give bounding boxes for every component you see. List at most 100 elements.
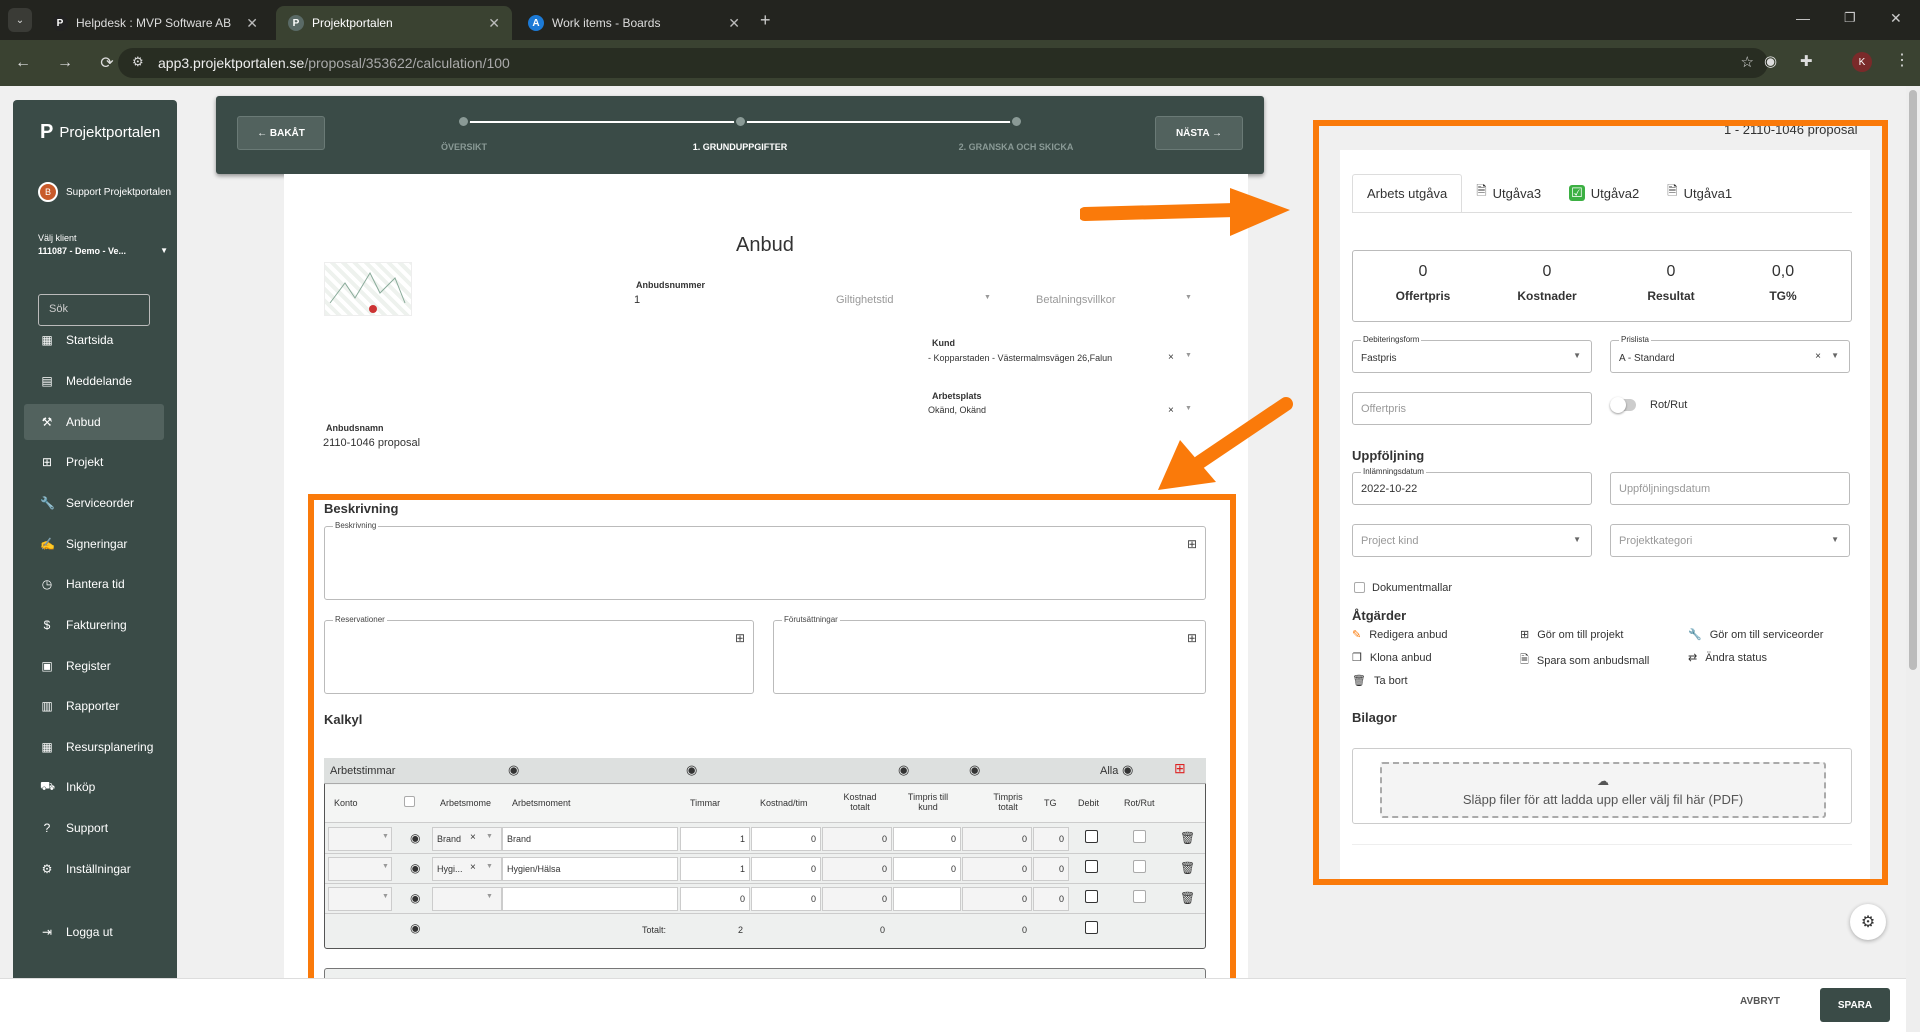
sidebar-item-meddelande[interactable]: ▤ Meddelande	[24, 363, 164, 399]
chevron-down-icon[interactable]: ▼	[1185, 405, 1192, 412]
sidebar-item-hantera-tid[interactable]: ◷ Hantera tid	[24, 566, 164, 602]
betalningsvillkor-select[interactable]: Betalningsvillkor	[1036, 294, 1186, 306]
highlight-frame-right	[1313, 120, 1888, 885]
sidebar-item-inköp[interactable]: ⛟ Inköp	[24, 769, 164, 805]
sidebar-item-label: Logga ut	[66, 925, 113, 939]
sidebar-item-resursplanering[interactable]: ▦ Resursplanering	[24, 729, 164, 765]
sidebar-item-label: Hantera tid	[66, 577, 125, 591]
next-button[interactable]: NÄSTA →	[1155, 116, 1243, 150]
sidebar-item-label: Meddelande	[66, 374, 133, 388]
browser-menu-icon[interactable]: ⋮	[1894, 50, 1910, 70]
anbudsnamn-value[interactable]: 2110-1046 proposal	[323, 437, 420, 449]
tab-label: Projektportalen	[312, 16, 393, 30]
wizard-step-basic[interactable]: 1. GRUNDUPPGIFTER	[640, 142, 840, 152]
sidebar-item-startsida[interactable]: ▦ Startsida	[24, 322, 164, 358]
save-button[interactable]: SPARA	[1820, 988, 1890, 1022]
close-icon[interactable]: ✕	[246, 15, 258, 32]
close-icon[interactable]: ✕	[728, 15, 740, 32]
cancel-button[interactable]: AVBRYT	[1740, 996, 1780, 1007]
wizard-step-dot[interactable]	[1010, 115, 1023, 128]
highlight-frame-form	[308, 494, 1236, 1032]
arbetsplats-value[interactable]: Okänd, Okänd	[928, 405, 986, 415]
url-path: /proposal/353622/calculation/100	[304, 55, 510, 71]
sidebar-item-label: Inställningar	[66, 862, 131, 876]
gavel-icon: ⚒	[41, 415, 53, 429]
browser-tab-boards[interactable]: A Work items - Boards ✕	[516, 6, 752, 40]
site-info-icon[interactable]: ⚙	[132, 54, 144, 70]
user-profile[interactable]: B Support Projektportalen	[38, 182, 176, 202]
project-icon: ⊞	[41, 455, 53, 469]
gear-icon: ⚙	[41, 862, 53, 876]
sidebar-item-label: Resursplanering	[66, 740, 154, 754]
sidebar-item-signeringar[interactable]: ✍ Signeringar	[24, 526, 164, 562]
chevron-down-icon: ▼	[1185, 294, 1192, 301]
extension-icon[interactable]: ◉	[1764, 52, 1777, 70]
new-tab-icon[interactable]: +	[760, 10, 771, 31]
wizard-step-dot[interactable]	[457, 115, 470, 128]
chevron-down-icon[interactable]: ▼	[1185, 352, 1192, 359]
wizard-step-overview[interactable]: ÖVERSIKT	[364, 142, 564, 152]
sidebar-item-support[interactable]: ? Support	[24, 810, 164, 846]
profile-avatar[interactable]: K	[1852, 52, 1872, 72]
dollar-icon: $	[43, 618, 51, 632]
chevron-down-icon: ▼	[160, 246, 168, 255]
sidebar-item-label: Signeringar	[66, 537, 128, 551]
brand-name: Projektportalen	[59, 124, 161, 141]
wizard-step-review[interactable]: 2. GRANSKA OCH SKICKA	[916, 142, 1116, 152]
anbudsnamn-label: Anbudsnamn	[326, 423, 384, 433]
brand-logo[interactable]: P Projektportalen	[40, 121, 160, 144]
chevron-down-icon: ▼	[984, 294, 991, 301]
client-selector[interactable]: Välj klient 111087 - Demo - Ve... ▼	[38, 232, 168, 258]
logout-icon: ⇥	[41, 925, 53, 939]
sidebar-item-inställningar[interactable]: ⚙ Inställningar	[24, 851, 164, 887]
tab-menu-button[interactable]: ⌄	[8, 8, 32, 32]
sidebar-item-fakturering[interactable]: $ Fakturering	[24, 607, 164, 643]
clear-icon[interactable]: ×	[1168, 352, 1174, 363]
logo-icon: P	[40, 121, 54, 143]
gear-icon: ⚙	[1860, 914, 1876, 931]
kund-value[interactable]: - Kopparstaden - Västermalmsvägen 26,Fal…	[928, 353, 1112, 363]
page-title: Anbud	[736, 234, 794, 256]
address-bar[interactable]: ⚙ app3.projektportalen.se/proposal/35362…	[118, 48, 1768, 78]
logo-sketch-icon	[329, 271, 406, 313]
sidebar-item-register[interactable]: ▣ Register	[24, 648, 164, 684]
settings-fab[interactable]: ⚙	[1850, 904, 1886, 940]
wizard-step-dot[interactable]	[734, 115, 747, 128]
window-close-icon[interactable]: ✕	[1890, 10, 1902, 27]
help-icon: ?	[43, 821, 51, 835]
sidebar-item-anbud[interactable]: ⚒ Anbud	[24, 404, 164, 440]
kund-label: Kund	[932, 338, 955, 348]
browser-tab-projektportalen[interactable]: P Projektportalen ✕	[276, 6, 512, 40]
user-name: Support Projektportalen	[66, 186, 172, 198]
sidebar-item-rapporter[interactable]: ▥ Rapporter	[24, 688, 164, 724]
anbudsnummer-value[interactable]: 1	[634, 294, 640, 306]
clear-icon[interactable]: ×	[1168, 405, 1174, 416]
tab-favicon-icon: P	[52, 15, 68, 31]
sidebar-item-serviceorder[interactable]: 🔧 Serviceorder	[24, 485, 164, 521]
arbetsplats-label: Arbetsplats	[932, 391, 982, 401]
sidebar-item-label: Fakturering	[66, 618, 127, 632]
browser-tab-helpdesk[interactable]: P Helpdesk : MVP Software AB ✕	[40, 6, 270, 40]
sidebar-item-label: Support	[66, 821, 109, 835]
bookmark-star-icon[interactable]: ☆	[1741, 53, 1754, 71]
close-icon[interactable]: ✕	[488, 15, 500, 32]
sidebar-item-label: Register	[66, 659, 111, 673]
sidebar-item-logga-ut[interactable]: ⇥ Logga ut	[24, 914, 164, 950]
window-restore-icon[interactable]: ❐	[1844, 10, 1856, 26]
grid-icon: ▦	[41, 333, 53, 347]
register-icon: ▣	[41, 659, 53, 673]
back-arrow-icon[interactable]: ←	[8, 54, 38, 72]
sidebar-item-projekt[interactable]: ⊞ Projekt	[24, 444, 164, 480]
tab-favicon-icon: A	[528, 15, 544, 31]
scrollbar-thumb[interactable]	[1909, 90, 1917, 670]
sidebar-item-label: Rapporter	[66, 699, 120, 713]
back-button[interactable]: ← BAKÅT	[237, 116, 325, 150]
sidebar-item-label: Startsida	[66, 333, 114, 347]
forward-arrow-icon[interactable]: →	[50, 54, 80, 72]
signature-icon: ✍	[40, 537, 55, 551]
window-minimize-icon[interactable]: —	[1796, 10, 1810, 26]
giltighetstid-select[interactable]: Giltighetstid	[836, 294, 996, 306]
report-icon: ▥	[41, 699, 53, 713]
client-label: Välj klient	[38, 233, 77, 243]
extensions-puzzle-icon[interactable]: ✚	[1800, 52, 1813, 70]
